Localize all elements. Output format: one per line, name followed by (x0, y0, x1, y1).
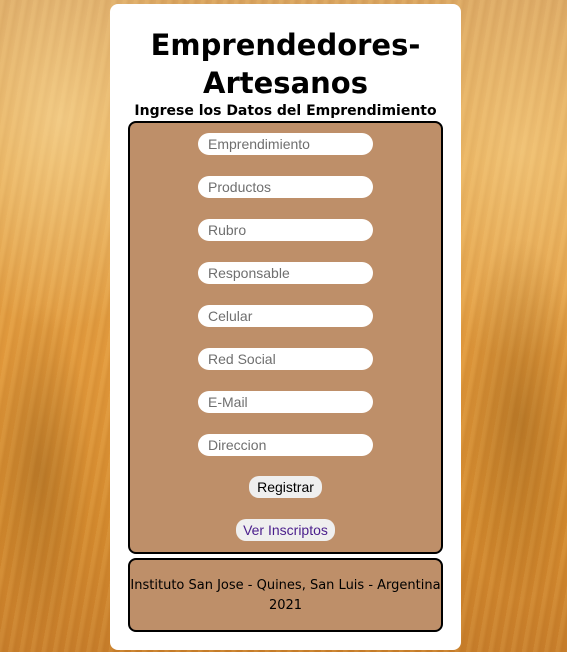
register-button[interactable]: Registrar (249, 476, 322, 498)
page-title-line-1: Emprendedores- (150, 28, 421, 62)
registration-form: Registrar Ver Inscriptos (128, 121, 443, 554)
footer: Instituto San Jose - Quines, San Luis - … (128, 558, 443, 632)
form-subtitle: Ingrese los Datos del Emprendimiento (134, 103, 437, 119)
red-social-input[interactable] (198, 348, 373, 370)
view-registered-button[interactable]: Ver Inscriptos (236, 519, 335, 541)
emprendimiento-input[interactable] (198, 133, 373, 155)
page-title-line-2: Artesanos (203, 66, 368, 100)
celular-input[interactable] (198, 305, 373, 327)
productos-input[interactable] (198, 176, 373, 198)
registration-card: Emprendedores- Artesanos Ingrese los Dat… (110, 4, 461, 650)
footer-year: 2021 (268, 598, 303, 613)
email-input[interactable] (198, 391, 373, 413)
rubro-input[interactable] (198, 219, 373, 241)
responsable-input[interactable] (198, 262, 373, 284)
direccion-input[interactable] (198, 434, 373, 456)
footer-institution: Instituto San Jose - Quines, San Luis - … (130, 578, 441, 593)
footer-text: Instituto San Jose - Quines, San Luis - … (130, 576, 441, 616)
page-title: Emprendedores- Artesanos (110, 26, 461, 102)
